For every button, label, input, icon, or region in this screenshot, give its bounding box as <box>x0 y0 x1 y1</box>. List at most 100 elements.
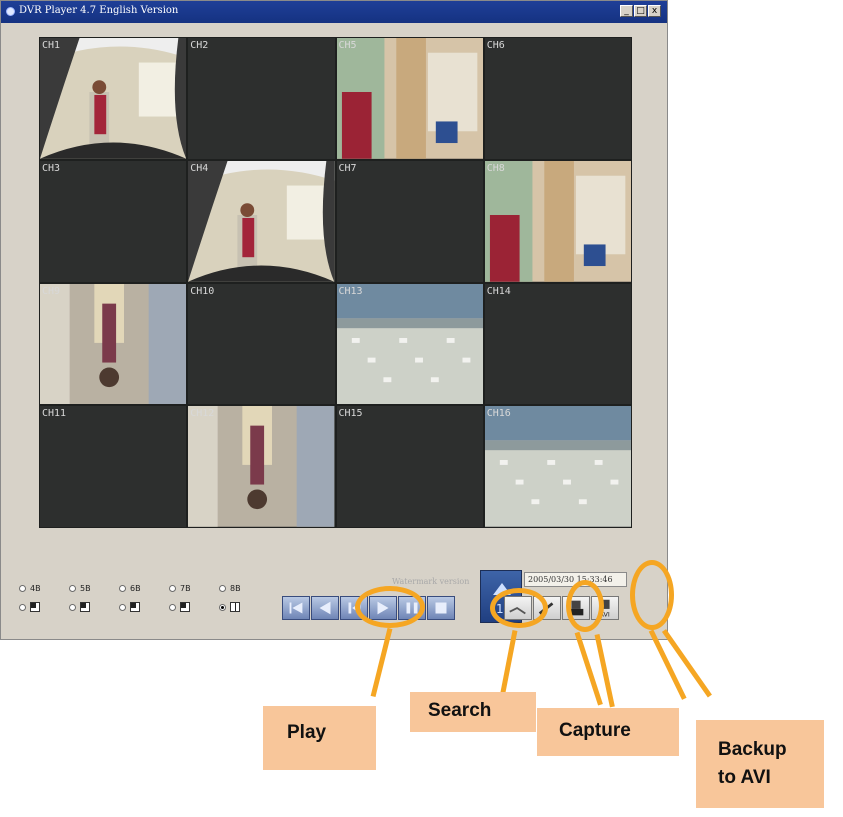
backup-callout-line1-text: Backup <box>718 739 787 760</box>
channel-label: CH9 <box>42 285 61 297</box>
radio-dot[interactable] <box>69 585 76 592</box>
channel-label: CH16 <box>486 408 511 420</box>
channel-label: CH14 <box>486 285 511 297</box>
channel-label: CH7 <box>338 162 357 174</box>
search-callout-text: Search <box>428 700 492 721</box>
camera-feed-image <box>484 160 631 282</box>
radio-dot[interactable] <box>69 603 76 611</box>
capture-callout: Capture <box>537 708 679 756</box>
layout-grid-icon <box>130 602 140 612</box>
camera-cell[interactable]: CH16 <box>483 405 632 528</box>
radio-dot[interactable] <box>219 603 226 611</box>
layout-radio-option[interactable]: 7B <box>169 584 219 593</box>
layout-radio-option[interactable]: 6B <box>119 584 169 593</box>
camera-cell[interactable]: CH9 <box>39 282 188 406</box>
camera-feed-image <box>188 160 335 282</box>
close-button[interactable]: x <box>648 5 661 17</box>
stop-button[interactable] <box>427 596 455 620</box>
watermark-text: Watermark version <box>392 577 470 586</box>
radio-label: 5B <box>80 584 91 593</box>
radio-label: 4B <box>30 584 41 593</box>
layout-radio-option[interactable]: 4B <box>19 584 69 593</box>
skip-start-icon <box>289 602 303 614</box>
layout-radio-option[interactable] <box>119 602 169 612</box>
camera-feed-image <box>484 406 631 527</box>
layout-grid-icon <box>180 602 190 612</box>
camera-cell[interactable]: CH5 <box>335 37 484 160</box>
backup-callout: Backup to AVI <box>696 720 824 808</box>
skip-start-button[interactable] <box>282 596 310 620</box>
camera-grid: CH1 CH2 CH5 CH6 CH3 CH4 CH7 CH8 CH9 CH10 CH13 CH14 C… <box>39 37 632 528</box>
camera-cell[interactable]: CH2 <box>187 37 336 160</box>
channel-label: CH1 <box>42 40 61 51</box>
dvr-player-window: DVR Player 4.7 English Version _ □ x CH1… <box>0 0 668 640</box>
radio-label: 7B <box>180 584 191 593</box>
stop-icon <box>435 602 447 614</box>
channel-label: CH10 <box>190 285 215 297</box>
channel-label: CH3 <box>42 162 61 174</box>
camera-feed-image <box>40 283 187 405</box>
play-callout-text: Play <box>287 722 327 743</box>
layout-radio-group: 4B 5B 6B 7B 8B <box>19 584 269 624</box>
radio-dot[interactable] <box>169 603 176 611</box>
radio-dot[interactable] <box>119 603 126 611</box>
capture-highlight-circle <box>566 580 604 632</box>
play-highlight-circle <box>355 586 425 628</box>
camera-feed-image <box>40 38 187 159</box>
camera-cell[interactable]: CH6 <box>483 37 632 160</box>
channel-label: CH15 <box>338 408 363 420</box>
search-highlight-circle <box>490 588 548 628</box>
radio-dot[interactable] <box>19 603 26 611</box>
layout-radio-option[interactable] <box>69 602 119 612</box>
layout-grid-icon <box>230 602 240 612</box>
camera-cell[interactable]: CH7 <box>335 159 484 283</box>
radio-dot[interactable] <box>19 585 26 592</box>
app-icon <box>6 7 15 16</box>
rewind-button[interactable] <box>311 596 339 620</box>
radio-label: 6B <box>130 584 141 593</box>
layout-radio-option[interactable] <box>19 602 69 612</box>
channel-label: CH4 <box>190 162 209 174</box>
title-bar: DVR Player 4.7 English Version _ □ x <box>1 1 667 23</box>
camera-feed-image <box>336 283 483 405</box>
camera-cell[interactable]: CH10 <box>187 282 336 406</box>
minimize-button[interactable]: _ <box>620 5 633 17</box>
camera-cell[interactable]: CH1 <box>39 37 188 160</box>
layout-grid-icon <box>80 602 90 612</box>
play-callout: Play <box>263 706 376 770</box>
radio-label: 8B <box>230 584 241 593</box>
camera-cell[interactable]: CH14 <box>483 282 632 406</box>
camera-cell[interactable]: CH12 <box>187 405 336 528</box>
radio-dot[interactable] <box>169 585 176 592</box>
channel-label: CH6 <box>486 40 505 51</box>
window-controls: _ □ x <box>620 5 661 17</box>
channel-label: CH11 <box>42 408 67 420</box>
backup-highlight-circle <box>630 560 674 630</box>
capture-callout-text: Capture <box>559 720 631 741</box>
reverse-icon <box>319 601 331 615</box>
channel-label: CH5 <box>338 40 357 51</box>
camera-cell[interactable]: CH15 <box>335 405 484 528</box>
camera-cell[interactable]: CH11 <box>39 405 188 528</box>
camera-cell[interactable]: CH13 <box>335 282 484 406</box>
maximize-button[interactable]: □ <box>634 5 647 17</box>
layout-grid-icon <box>30 602 40 612</box>
window-title: DVR Player 4.7 English Version <box>19 5 179 16</box>
radio-dot[interactable] <box>119 585 126 592</box>
channel-label: CH2 <box>190 40 209 51</box>
camera-feed-image <box>188 406 335 527</box>
channel-label: CH12 <box>190 408 215 420</box>
channel-label: CH8 <box>486 162 505 174</box>
layout-radio-option[interactable] <box>219 602 269 612</box>
layout-radio-option[interactable]: 8B <box>219 584 269 593</box>
camera-cell[interactable]: CH4 <box>187 159 336 283</box>
camera-cell[interactable]: CH8 <box>483 159 632 283</box>
camera-cell[interactable]: CH3 <box>39 159 188 283</box>
layout-radio-option[interactable] <box>169 602 219 612</box>
radio-dot[interactable] <box>219 585 226 592</box>
layout-radio-option[interactable]: 5B <box>69 584 119 593</box>
backup-callout-line2-text: to AVI <box>718 767 771 788</box>
channel-label: CH13 <box>338 285 363 297</box>
search-callout: Search <box>410 692 536 732</box>
camera-feed-image <box>336 38 483 159</box>
